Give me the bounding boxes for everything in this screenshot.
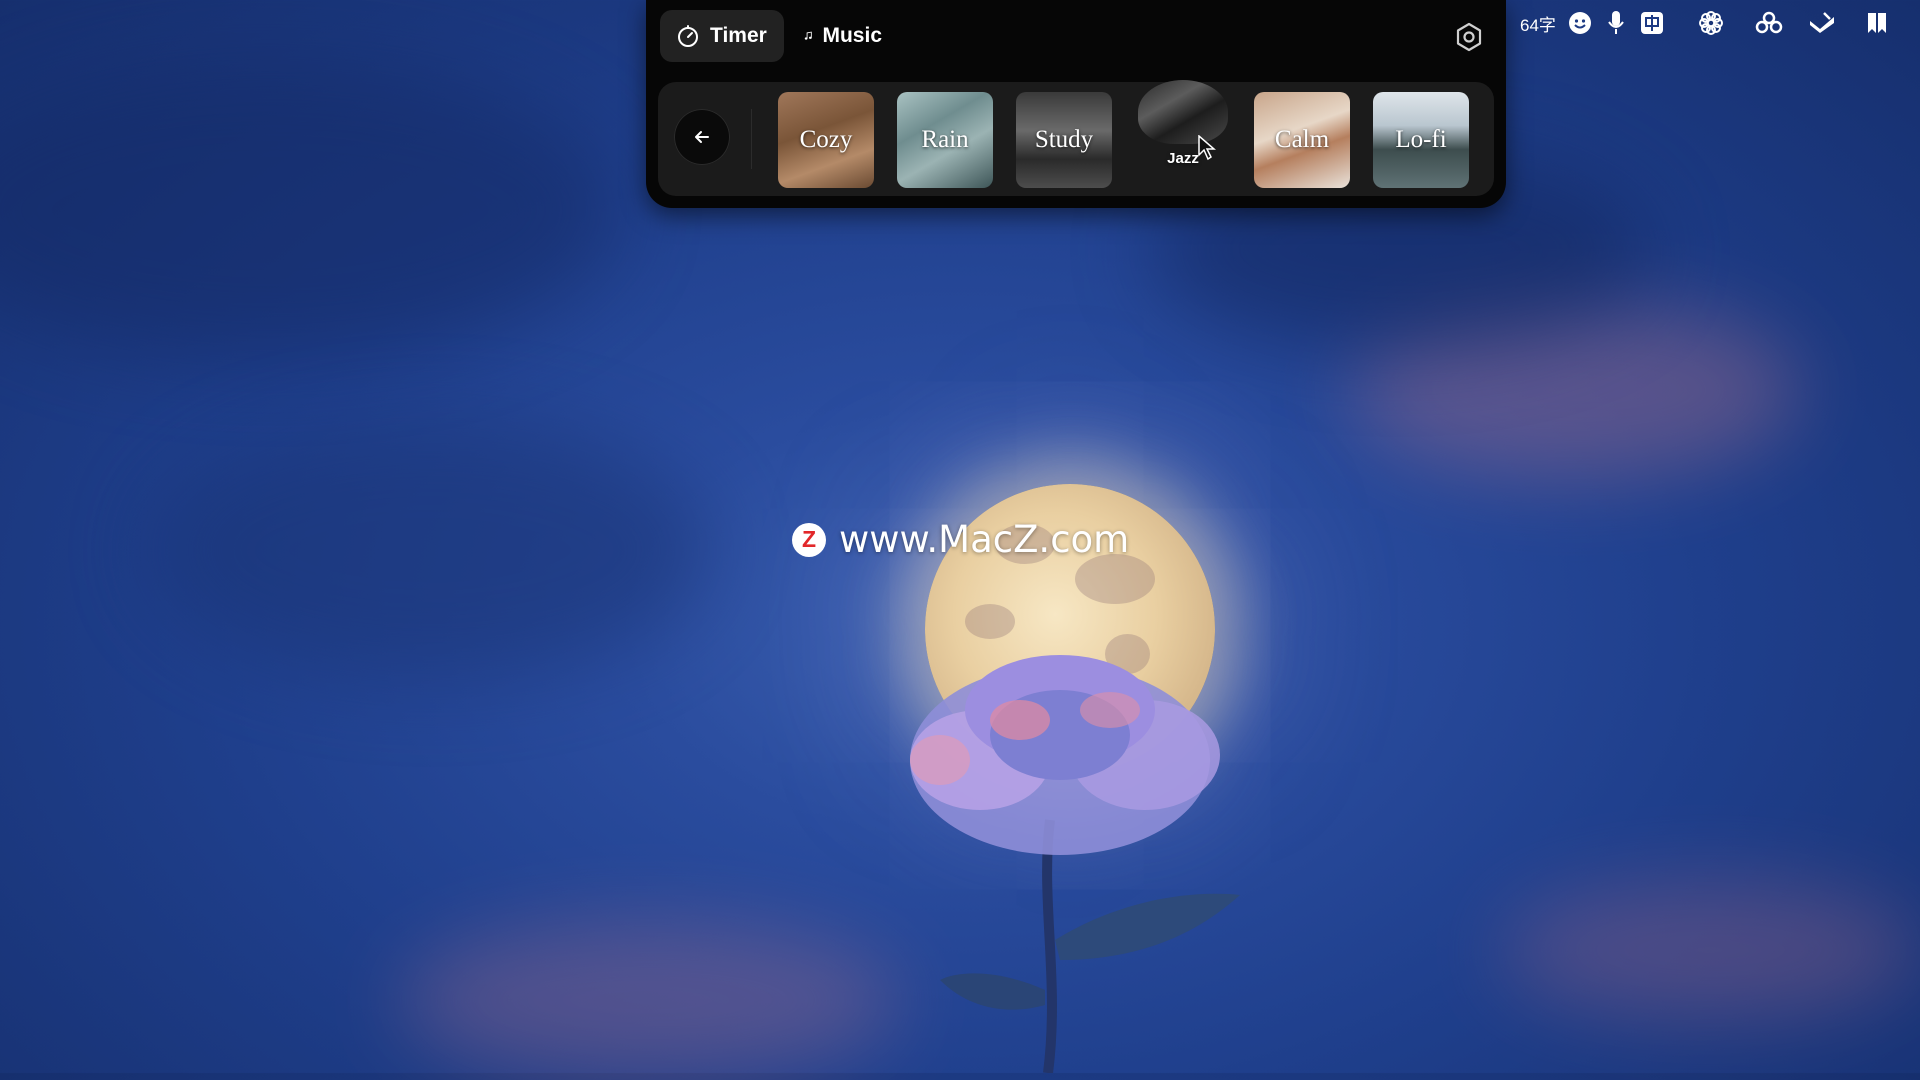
focus-music-widget: Timer Music Cozy Rain Study Jazz Calm Lo… [646, 0, 1506, 208]
rose-illustration [910, 655, 1240, 1073]
tab-timer-label: Timer [710, 24, 767, 47]
word-count-indicator[interactable]: 64字 [1520, 11, 1556, 36]
mood-tile-label: Rain [921, 126, 969, 153]
cloud-sync-icon[interactable] [1754, 11, 1784, 35]
mood-tile-jazz[interactable]: Jazz [1135, 80, 1231, 188]
moon-crater [1075, 554, 1155, 604]
watermark: Z www.MacZ.com [792, 518, 1129, 561]
cloud [150, 420, 710, 680]
smiley-icon[interactable] [1568, 11, 1592, 35]
tab-music-label: Music [822, 24, 882, 47]
tab-music[interactable]: Music [788, 10, 898, 62]
menu-bar-extras: 64字 [1520, 8, 1902, 38]
arrow-left-icon [695, 131, 709, 143]
mood-tile-label: Study [1034, 126, 1094, 153]
settings-icon[interactable] [1454, 22, 1484, 52]
cloud [1500, 880, 1920, 1020]
back-button[interactable] [674, 109, 730, 165]
divider [751, 109, 752, 169]
bookmark-grid-icon[interactable] [1866, 11, 1888, 35]
cloud [0, 60, 620, 360]
mood-tile-label: Cozy [799, 126, 853, 153]
input-method-icon[interactable] [1640, 11, 1664, 35]
macz-logo: Z [792, 522, 826, 557]
mood-tile-label: Jazz [1167, 150, 1199, 167]
microphone-icon[interactable] [1606, 10, 1626, 36]
moon-crater [965, 604, 1015, 639]
mood-tile-lofi[interactable]: Lo-fi [1373, 92, 1469, 188]
mood-tile-rain[interactable]: Rain [897, 92, 993, 188]
timer-icon [678, 25, 698, 47]
mood-strip: Cozy Rain Study Jazz Calm Lo-fi [658, 80, 1494, 196]
mood-tile-label: Calm [1274, 126, 1330, 153]
mood-tile-cozy[interactable]: Cozy [778, 92, 874, 188]
flower-icon[interactable] [1698, 10, 1724, 36]
cloud [400, 920, 900, 1080]
mouse-cursor-icon [1198, 135, 1216, 161]
music-note-icon [804, 31, 812, 40]
mood-tile-calm[interactable]: Calm [1254, 92, 1350, 188]
hand-tray-icon[interactable] [1808, 11, 1836, 35]
tab-timer[interactable]: Timer [660, 10, 784, 62]
mood-tile-study[interactable]: Study [1016, 92, 1112, 188]
mood-tile-label: Lo-fi [1395, 126, 1447, 153]
watermark-text: www.MacZ.com [839, 518, 1130, 561]
